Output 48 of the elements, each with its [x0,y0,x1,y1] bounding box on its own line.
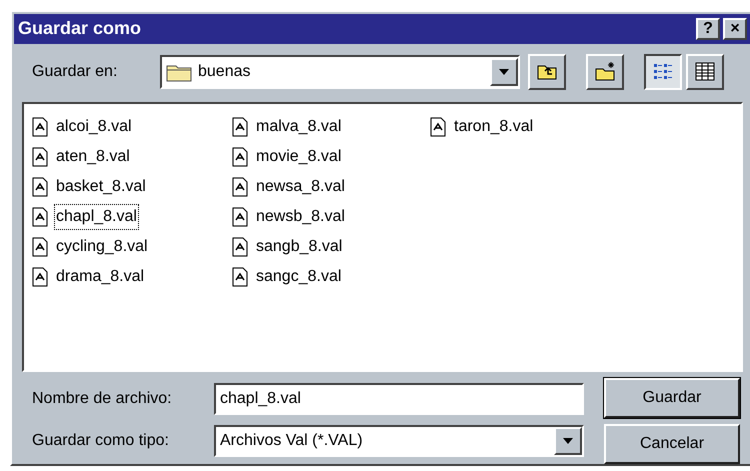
file-item[interactable]: aten_8.val [54,144,132,170]
caret-icon [499,68,509,75]
filename-label: Nombre de archivo: [32,389,173,409]
file-item[interactable]: taron_8.val [452,114,536,140]
cancel-button[interactable]: Cancelar [604,424,740,464]
file-icon [232,206,248,227]
file-icon [32,176,48,197]
file-item[interactable]: newsb_8.val [254,204,347,230]
file-item[interactable]: sangb_8.val [254,234,344,260]
file-icon [32,146,48,167]
dropdown-button[interactable] [554,427,582,455]
location-label: Guardar en: [32,62,118,82]
file-icon [232,146,248,167]
folder-name: buenas [198,62,252,82]
file-type-value: Archivos Val (*.VAL) [220,431,364,451]
file-icon [232,236,248,257]
file-item[interactable]: newsa_8.val [254,174,347,200]
caret-icon [563,438,573,444]
file-item[interactable]: sangc_8.val [254,264,344,290]
file-item[interactable]: alcoi_8.val [54,114,134,140]
file-item[interactable]: malva_8.val [254,114,344,140]
file-icon [232,266,248,287]
file-icon [32,206,48,227]
file-item[interactable]: movie_8.val [254,144,344,170]
file-icon [232,116,248,137]
file-type-label: Guardar como tipo: [32,431,170,451]
file-item[interactable]: cycling_8.val [54,234,150,260]
dropdown-button[interactable] [490,58,518,86]
new-folder-icon [594,61,616,82]
file-item[interactable]: basket_8.val [54,174,148,200]
file-icon [32,266,48,287]
new-folder-button[interactable] [586,54,624,90]
file-type-dropdown[interactable]: Archivos Val (*.VAL) [214,425,584,457]
details-view-icon [694,61,716,82]
file-icon [430,116,446,137]
file-icon [32,236,48,257]
up-folder-button[interactable] [528,54,566,90]
close-button[interactable]: × [723,18,747,40]
save-button[interactable]: Guardar [604,378,740,418]
help-button[interactable]: ? [696,18,720,40]
location-dropdown[interactable]: buenas [160,54,520,89]
filename-field[interactable]: chapl_8.val [214,383,584,415]
file-item[interactable]: drama_8.val [54,264,146,290]
window-title: Guardar como [18,17,142,40]
file-item[interactable]: chapl_8.val [54,204,139,230]
file-icon [32,116,48,137]
view-toggle-button[interactable] [644,54,682,90]
file-icon [232,176,248,197]
